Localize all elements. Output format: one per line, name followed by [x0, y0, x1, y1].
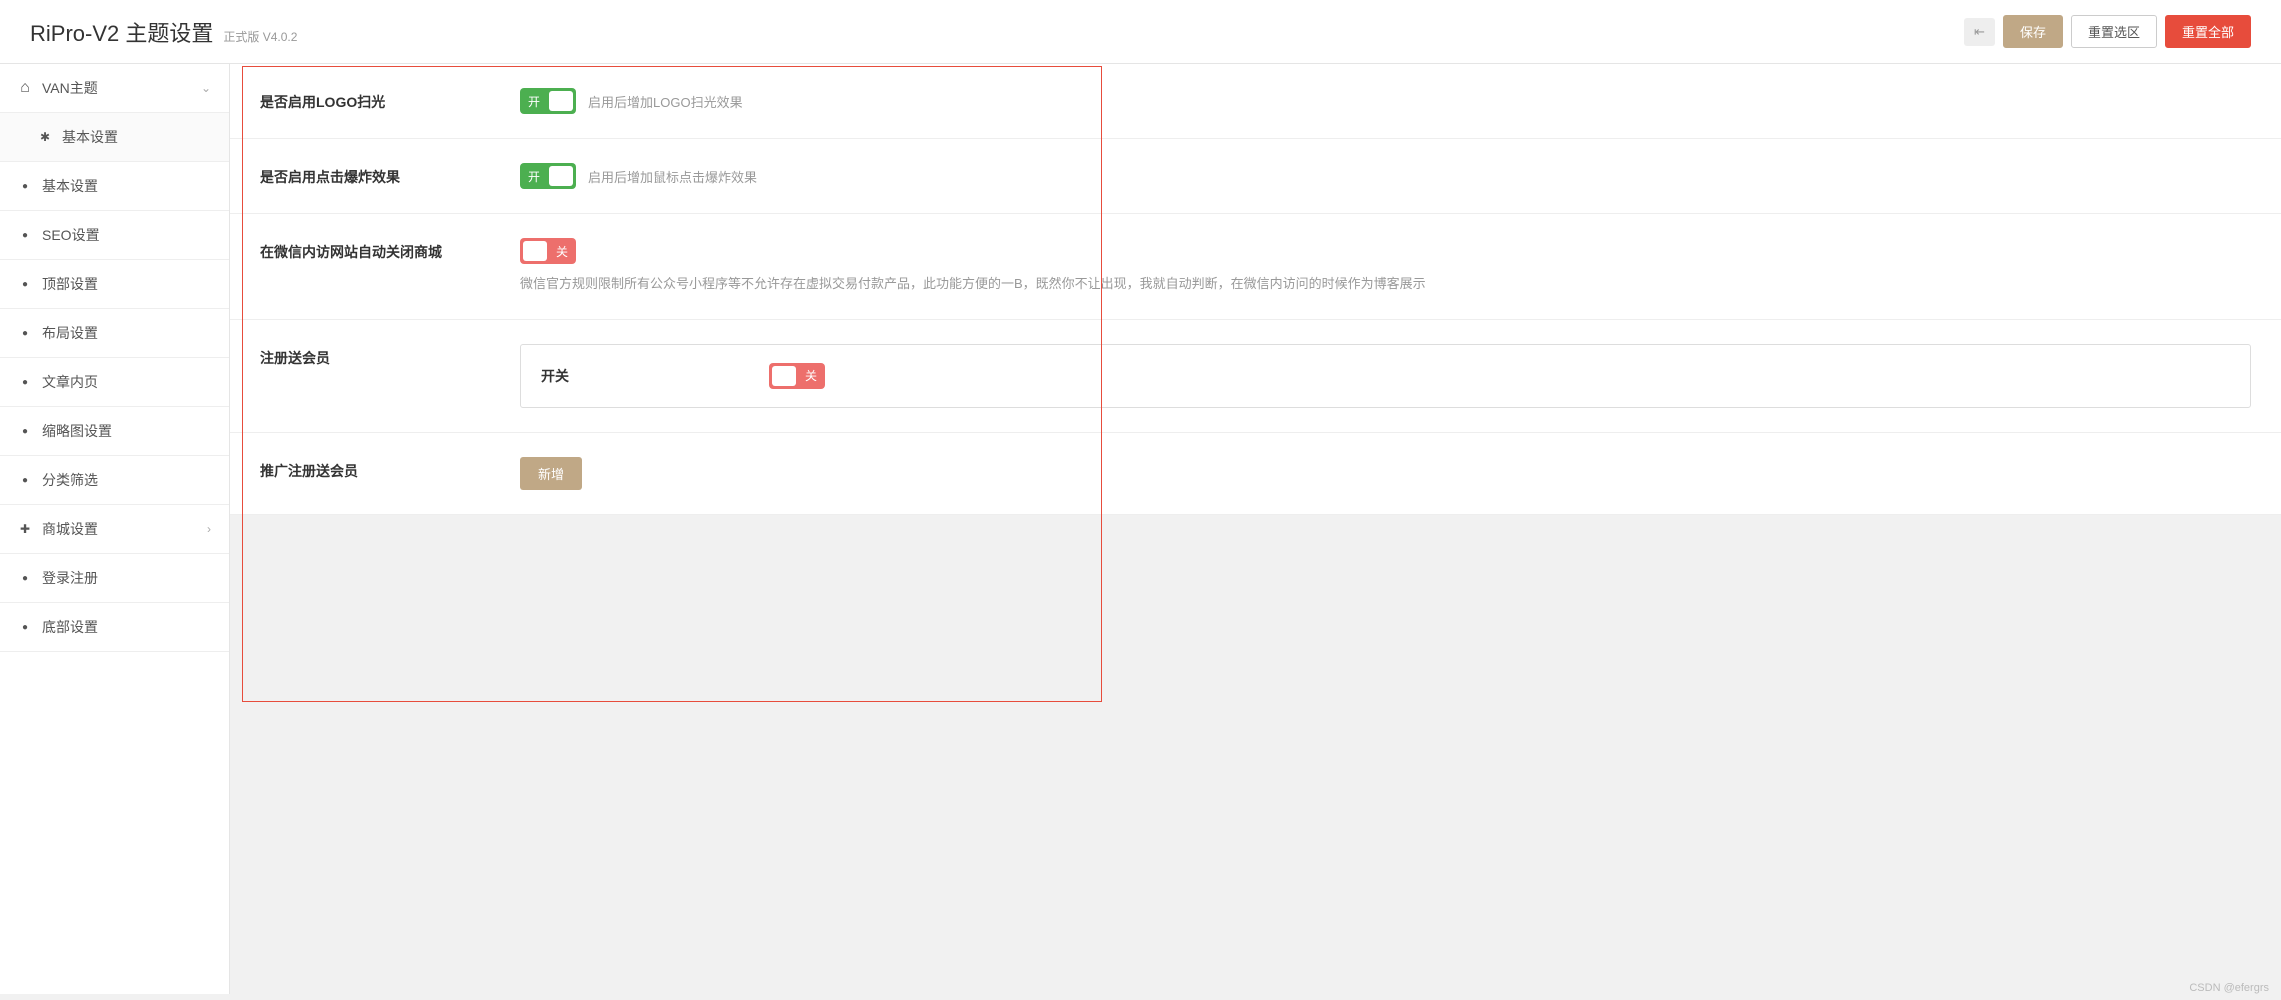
sidebar-item-label: 基本设置 [62, 127, 118, 147]
toggle-wechat-close[interactable]: 关 [520, 238, 576, 264]
sidebar-item-basic[interactable]: 基本设置 [0, 162, 229, 211]
field-control: 关 微信官方规则限制所有公众号小程序等不允许存在虚拟交易付款产品，此功能方便的一… [520, 238, 2251, 295]
field-click-explode: 是否启用点击爆炸效果 开 启用后增加鼠标点击爆炸效果 [230, 139, 2281, 214]
sidebar-item-label: 底部设置 [42, 617, 98, 637]
content-area: 是否启用LOGO扫光 开 启用后增加LOGO扫光效果 是否启用点击爆炸效果 [230, 64, 2281, 994]
field-control: 新增 [520, 457, 2251, 490]
field-control: 开 启用后增加鼠标点击爆炸效果 [520, 163, 2251, 189]
sidebar-item-label: SEO设置 [42, 225, 100, 245]
field-label: 推广注册送会员 [260, 457, 520, 481]
inner-box: 开关 关 [520, 344, 2251, 408]
sidebar-item-thumbnail[interactable]: 缩略图设置 [0, 407, 229, 456]
main-layout: VAN主题 ⌄ 基本设置 基本设置 SEO设置 顶部设置 布局设置 文章内页 [0, 64, 2281, 994]
bullet-icon [18, 279, 32, 290]
inner-label: 开关 [541, 366, 569, 386]
sidebar-item-layout[interactable]: 布局设置 [0, 309, 229, 358]
save-button[interactable]: 保存 [2003, 15, 2063, 48]
reset-all-button[interactable]: 重置全部 [2165, 15, 2251, 48]
toggle-on-text: 开 [528, 93, 540, 110]
bullet-icon [18, 377, 32, 388]
control-line: 开 启用后增加LOGO扫光效果 [520, 88, 2251, 114]
version-label: 正式版 V4.0.2 [223, 28, 297, 45]
sidebar: VAN主题 ⌄ 基本设置 基本设置 SEO设置 顶部设置 布局设置 文章内页 [0, 64, 230, 994]
sidebar-item-label: 文章内页 [42, 372, 98, 392]
field-control: 开关 关 [520, 344, 2251, 408]
field-label: 是否启用点击爆炸效果 [260, 163, 520, 187]
sidebar-item-article[interactable]: 文章内页 [0, 358, 229, 407]
toggle-off-text: 关 [556, 243, 568, 260]
field-label: 是否启用LOGO扫光 [260, 88, 520, 112]
sidebar-item-label: VAN主题 [42, 78, 98, 98]
toggle-knob [772, 366, 796, 386]
toggle-on-text: 开 [528, 168, 540, 185]
sidebar-item-basic-sub[interactable]: 基本设置 [0, 113, 229, 162]
bullet-icon [18, 475, 32, 486]
control-line: 关 [520, 238, 2251, 264]
field-logo-sweep: 是否启用LOGO扫光 开 启用后增加LOGO扫光效果 [230, 64, 2281, 139]
sidebar-item-label: 基本设置 [42, 176, 98, 196]
toggle-click-explode[interactable]: 开 [520, 163, 576, 189]
bullet-icon [18, 328, 32, 339]
bullet-icon [18, 622, 32, 633]
bullet-icon [18, 181, 32, 192]
field-hint: 启用后增加鼠标点击爆炸效果 [588, 167, 757, 186]
toggle-off-text: 关 [805, 367, 817, 384]
field-wechat-close: 在微信内访网站自动关闭商城 关 微信官方规则限制所有公众号小程序等不允许存在虚拟… [230, 214, 2281, 320]
field-label: 在微信内访网站自动关闭商城 [260, 238, 520, 262]
bullet-icon [18, 426, 32, 437]
plus-icon [18, 522, 32, 536]
chevron-down-icon: ⌄ [201, 81, 211, 95]
sidebar-item-seo[interactable]: SEO设置 [0, 211, 229, 260]
field-hint: 启用后增加LOGO扫光效果 [588, 92, 743, 111]
field-control: 开 启用后增加LOGO扫光效果 [520, 88, 2251, 114]
toggle-knob [523, 241, 547, 261]
watermark: CSDN @efergrs [2189, 982, 2269, 994]
toggle-register-gift[interactable]: 关 [769, 363, 825, 389]
reset-section-button[interactable]: 重置选区 [2071, 15, 2157, 48]
collapse-button[interactable]: ⇤ [1964, 18, 1995, 46]
sidebar-item-label: 缩略图设置 [42, 421, 112, 441]
control-line: 开 启用后增加鼠标点击爆炸效果 [520, 163, 2251, 189]
sidebar-item-label: 登录注册 [42, 568, 98, 588]
sidebar-item-category[interactable]: 分类筛选 [0, 456, 229, 505]
add-button[interactable]: 新增 [520, 457, 582, 490]
toggle-knob [549, 166, 573, 186]
page-title: RiPro-V2 主题设置 [30, 16, 213, 48]
toggle-knob [549, 91, 573, 111]
sidebar-item-label: 布局设置 [42, 323, 98, 343]
chevron-right-icon: › [207, 522, 211, 536]
indent-icon: ⇤ [1974, 24, 1985, 39]
gear-icon [38, 130, 52, 144]
header-actions: ⇤ 保存 重置选区 重置全部 [1964, 15, 2251, 48]
sidebar-item-top[interactable]: 顶部设置 [0, 260, 229, 309]
toggle-logo-sweep[interactable]: 开 [520, 88, 576, 114]
title-group: RiPro-V2 主题设置 正式版 V4.0.2 [30, 16, 297, 48]
home-icon [18, 79, 32, 97]
settings-panel: 是否启用LOGO扫光 开 启用后增加LOGO扫光效果 是否启用点击爆炸效果 [230, 64, 2281, 515]
sidebar-item-label: 商城设置 [42, 519, 98, 539]
sidebar-item-login[interactable]: 登录注册 [0, 554, 229, 603]
field-label: 注册送会员 [260, 344, 520, 368]
field-register-gift: 注册送会员 开关 关 [230, 320, 2281, 433]
sidebar-item-label: 分类筛选 [42, 470, 98, 490]
control-line: 新增 [520, 457, 2251, 490]
bullet-icon [18, 573, 32, 584]
sidebar-item-van-theme[interactable]: VAN主题 ⌄ [0, 64, 229, 113]
page-header: RiPro-V2 主题设置 正式版 V4.0.2 ⇤ 保存 重置选区 重置全部 [0, 0, 2281, 64]
bullet-icon [18, 230, 32, 241]
field-hint: 微信官方规则限制所有公众号小程序等不允许存在虚拟交易付款产品，此功能方便的一B，… [520, 274, 2251, 295]
sidebar-item-footer[interactable]: 底部设置 [0, 603, 229, 652]
sidebar-item-label: 顶部设置 [42, 274, 98, 294]
sidebar-item-shop[interactable]: 商城设置 › [0, 505, 229, 554]
field-invite-gift: 推广注册送会员 新增 [230, 433, 2281, 515]
